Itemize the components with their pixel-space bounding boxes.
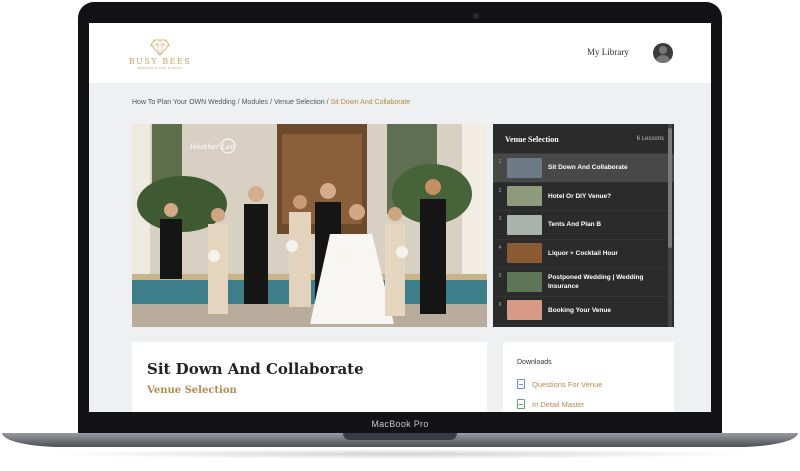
download-label: Questions For Venue [532,379,603,389]
my-library-link[interactable]: My Library [587,47,629,57]
site-header: BUSY BEES WEDDINGS AND EVENTS My Library [89,23,711,83]
lesson-count: 6 Lessons [636,136,664,142]
playlist-item[interactable]: 2 Hotel Or DIY Venue? [493,183,674,211]
camera [473,13,479,19]
lesson-title: Sit Down And Collaborate [147,360,364,378]
lesson-photo[interactable]: Heather Lee [132,124,487,327]
lesson-number: 5 [498,273,502,279]
playlist-item[interactable]: 5 Postponed Wedding | Wedding Insurance [493,268,674,297]
lesson-number: 3 [498,216,502,222]
download-label: In Detail Master [532,399,585,409]
breadcrumb-separator: / [270,99,273,106]
playlist-item[interactable]: 3 Tents And Plan B [493,211,674,240]
breadcrumb-module[interactable]: Venue Selection [274,99,325,106]
screen: BUSY BEES WEDDINGS AND EVENTS My Library… [89,23,711,412]
lesson-playlist: Venue Selection 6 Lessons 1 Sit Down And … [493,124,674,327]
module-subtitle: Venue Selection [147,385,237,396]
download-in-detail-master[interactable]: In Detail Master [517,399,585,409]
playlist-item[interactable]: 4 Liquor + Cocktail Hour [493,240,674,268]
breadcrumb-current: Sit Down And Collaborate [330,99,411,106]
lesson-content: Sit Down And Collaborate Venue Selection [132,342,487,412]
downloads-heading: Downloads [517,359,552,366]
wedding-party-photo: Heather Lee [132,124,487,327]
laptop-shadow [40,449,760,459]
lesson-thumbnail [507,271,542,292]
lesson-number: 4 [498,244,502,251]
playlist-list: 1 Sit Down And Collaborate 2 Hotel Or DIY V… [493,154,674,325]
playlist-title: Venue Selection [505,135,559,144]
lesson-label: Liquor + Cocktail Hour [548,249,618,257]
spreadsheet-icon [517,399,525,409]
logo-tagline: WEDDINGS AND EVENTS [137,66,183,70]
lesson-thumbnail [507,214,542,235]
breadcrumb-modules[interactable]: Modules [242,99,268,106]
lesson-number: 1 [498,159,502,165]
breadcrumb-separator: / [237,99,240,106]
breadcrumb: How To Plan Your OWN Wedding / Modules / Ven… [132,99,410,106]
breadcrumb-course[interactable]: How To Plan Your OWN Wedding [132,99,236,106]
laptop-notch [343,433,457,440]
site-logo[interactable]: BUSY BEES WEDDINGS AND EVENTS [127,38,193,72]
playlist-item[interactable]: 1 Sit Down And Collaborate [493,154,674,183]
device-label: MacBook Pro [371,419,429,429]
scrollbar-thumb[interactable] [668,128,672,248]
lesson-number: 6 [498,301,502,308]
download-questions-for-venue[interactable]: Questions For Venue [517,379,602,389]
lesson-label: Sit Down And Collaborate [548,164,628,172]
lesson-thumbnail [507,186,542,207]
user-avatar[interactable] [653,43,673,63]
diamond-logo-icon [150,39,170,56]
lesson-label: Postponed Wedding | Wedding Insurance [548,273,644,290]
logo-name: BUSY BEES [128,57,192,66]
lesson-thumbnail [507,243,542,264]
lesson-label: Booking Your Venue [548,306,611,314]
document-icon [517,379,525,389]
breadcrumb-separator: / [326,99,329,106]
playlist-item[interactable]: 6 Booking Your Venue [493,297,674,325]
playlist-header: Venue Selection 6 Lessons [493,124,674,154]
lesson-label: Hotel Or DIY Venue? [548,192,612,200]
lesson-number: 2 [498,187,502,194]
playlist-scrollbar[interactable] [668,124,672,327]
lesson-thumbnail [507,300,542,321]
lesson-thumbnail [507,157,542,178]
downloads-panel: Downloads Questions For Venue In Detail … [503,342,674,412]
lesson-label: Tents And Plan B [548,221,602,229]
photo-watermark: Heather Lee [189,143,234,151]
